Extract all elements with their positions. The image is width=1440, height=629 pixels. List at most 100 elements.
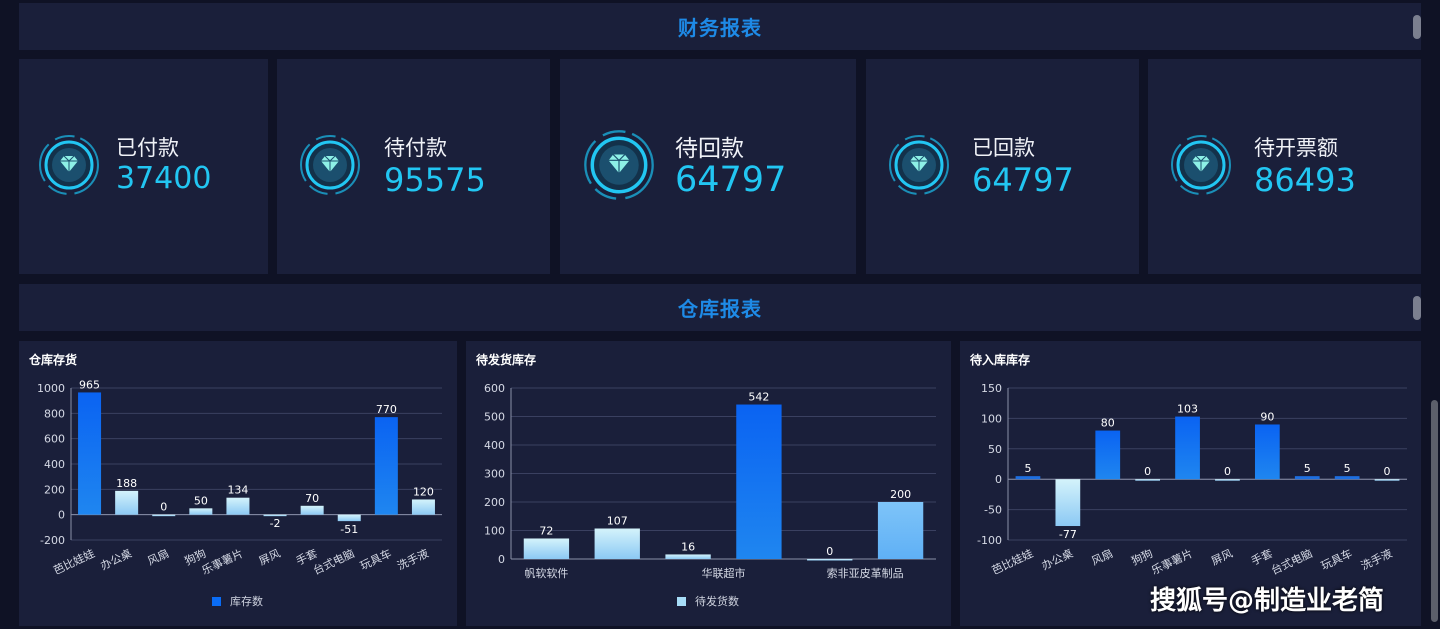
- legend-label: 待发货数: [695, 595, 739, 608]
- data-label: 120: [413, 485, 434, 498]
- kpi-card-to-pay: 待付款 95575: [277, 59, 550, 274]
- y-tick-label: -50: [984, 504, 1002, 517]
- diamond-icon: [1170, 134, 1232, 200]
- x-tick-label: 洗手液: [395, 546, 431, 573]
- y-tick-label: 400: [484, 439, 505, 452]
- y-tick-label: 1000: [37, 382, 65, 395]
- x-tick-label: 屏风: [1209, 547, 1234, 568]
- chart-bar: [1135, 479, 1161, 481]
- data-label: 5: [1304, 462, 1311, 475]
- chart-bar: [877, 502, 924, 559]
- chart-bar: [1294, 476, 1320, 480]
- x-tick-label: 乐事薯片: [1149, 547, 1194, 577]
- x-tick-label: 芭比娃娃: [51, 546, 97, 577]
- legend-swatch: [677, 596, 686, 606]
- chart-legend[interactable]: 待发货数: [677, 593, 739, 609]
- kpi-value: 86493: [1254, 161, 1356, 199]
- chart-bar: [1055, 479, 1081, 527]
- kpi-label: 已付款: [116, 136, 179, 160]
- finance-report-header: 财务报表: [19, 3, 1421, 50]
- y-tick-label: 150: [981, 382, 1002, 395]
- kpi-card-received: 已回款 64797: [866, 59, 1139, 274]
- data-label: 16: [681, 540, 695, 553]
- warehouse-report-title: 仓库报表: [678, 297, 762, 321]
- kpi-value: 95575: [384, 161, 486, 199]
- kpi-card-receivable: 待回款 64797: [560, 59, 856, 274]
- finance-report-title: 财务报表: [678, 16, 762, 40]
- y-tick-label: 0: [995, 473, 1002, 486]
- kpi-card-to-invoice: 待开票额 86493: [1148, 59, 1421, 274]
- y-tick-label: 100: [981, 412, 1002, 425]
- chart-bar: [523, 538, 570, 559]
- data-label: 103: [1177, 403, 1198, 416]
- data-label: 5: [1024, 462, 1031, 475]
- y-tick-label: 300: [484, 468, 505, 481]
- kpi-label: 待付款: [384, 136, 447, 160]
- x-tick-label: 风扇: [1089, 546, 1115, 568]
- chart-bar: [665, 554, 711, 559]
- chart-bar: [1095, 430, 1121, 480]
- data-label: 134: [227, 484, 248, 497]
- data-label: 542: [748, 391, 769, 404]
- data-label: 90: [1260, 410, 1274, 423]
- x-tick-label: 芭比娃娃: [989, 546, 1035, 577]
- diamond-icon: [38, 134, 100, 200]
- chart-bar: [300, 505, 324, 515]
- chart-legend[interactable]: 库存数: [212, 593, 263, 609]
- y-tick-label: 500: [484, 411, 505, 424]
- x-tick-label: 台式电脑: [311, 546, 357, 577]
- x-tick-label: 玩具车: [358, 546, 394, 573]
- x-tick-label: 台式电脑: [1269, 546, 1315, 577]
- chart-bar: [226, 497, 250, 515]
- diamond-icon: [583, 129, 655, 205]
- data-label: 0: [1384, 465, 1391, 478]
- diamond-icon: [888, 134, 950, 200]
- x-tick-label: 办公桌: [1040, 547, 1075, 573]
- data-label: 188: [116, 477, 137, 490]
- warehouse-report-header: 仓库报表: [19, 284, 1421, 331]
- y-tick-label: 800: [44, 407, 65, 420]
- data-label: 0: [1144, 465, 1151, 478]
- chart-bar: [411, 499, 435, 515]
- kpi-label: 待回款: [675, 136, 744, 162]
- chart-bar: [1215, 479, 1240, 481]
- chart-bar: [152, 514, 176, 517]
- kpi-card-paid: 已付款 37400: [19, 59, 268, 274]
- chart-bar: [1254, 424, 1280, 480]
- data-label: 107: [607, 515, 628, 528]
- data-label: -51: [340, 523, 358, 536]
- page-scrollbar[interactable]: [1431, 400, 1438, 622]
- y-tick-label: 400: [44, 458, 65, 471]
- finance-header-scrollbar[interactable]: [1413, 15, 1421, 39]
- data-label: 770: [376, 403, 397, 416]
- x-tick-label: 风扇: [145, 546, 171, 568]
- warehouse-header-scrollbar[interactable]: [1413, 296, 1421, 320]
- chart-bar: [78, 392, 102, 515]
- chart-panel-pending-shipment: 待发货库存 0 100 200 300 400 500 600 72 帆软软件 107 16 华联超市…: [466, 341, 951, 626]
- data-label: 0: [826, 545, 833, 558]
- chart-bar: [807, 559, 853, 561]
- legend-label: 库存数: [230, 595, 263, 608]
- x-tick-label: 洗手液: [1358, 546, 1394, 573]
- chart-bar: [1015, 476, 1041, 480]
- data-label: 200: [890, 488, 911, 501]
- chart-bar: [1175, 416, 1200, 480]
- watermark-text: 搜狐号@制造业老简: [1150, 586, 1385, 616]
- x-tick-label: 华联超市: [702, 566, 746, 580]
- data-label: -2: [270, 517, 281, 530]
- kpi-label: 已回款: [972, 136, 1035, 160]
- chart-bar: [189, 508, 213, 515]
- x-tick-label: 屏风: [257, 547, 282, 568]
- data-label: 70: [305, 492, 319, 505]
- y-tick-label: -200: [40, 534, 65, 547]
- y-tick-label: -100: [977, 534, 1002, 547]
- y-tick-label: 100: [484, 525, 505, 538]
- chart-bar: [115, 490, 139, 515]
- data-label: 0: [160, 501, 167, 514]
- x-tick-label: 索非亚皮革制品: [827, 566, 904, 580]
- y-tick-label: 600: [44, 433, 65, 446]
- data-label: -77: [1059, 528, 1077, 541]
- data-label: 5: [1344, 462, 1351, 475]
- y-tick-label: 50: [988, 443, 1002, 456]
- y-tick-label: 0: [498, 553, 505, 566]
